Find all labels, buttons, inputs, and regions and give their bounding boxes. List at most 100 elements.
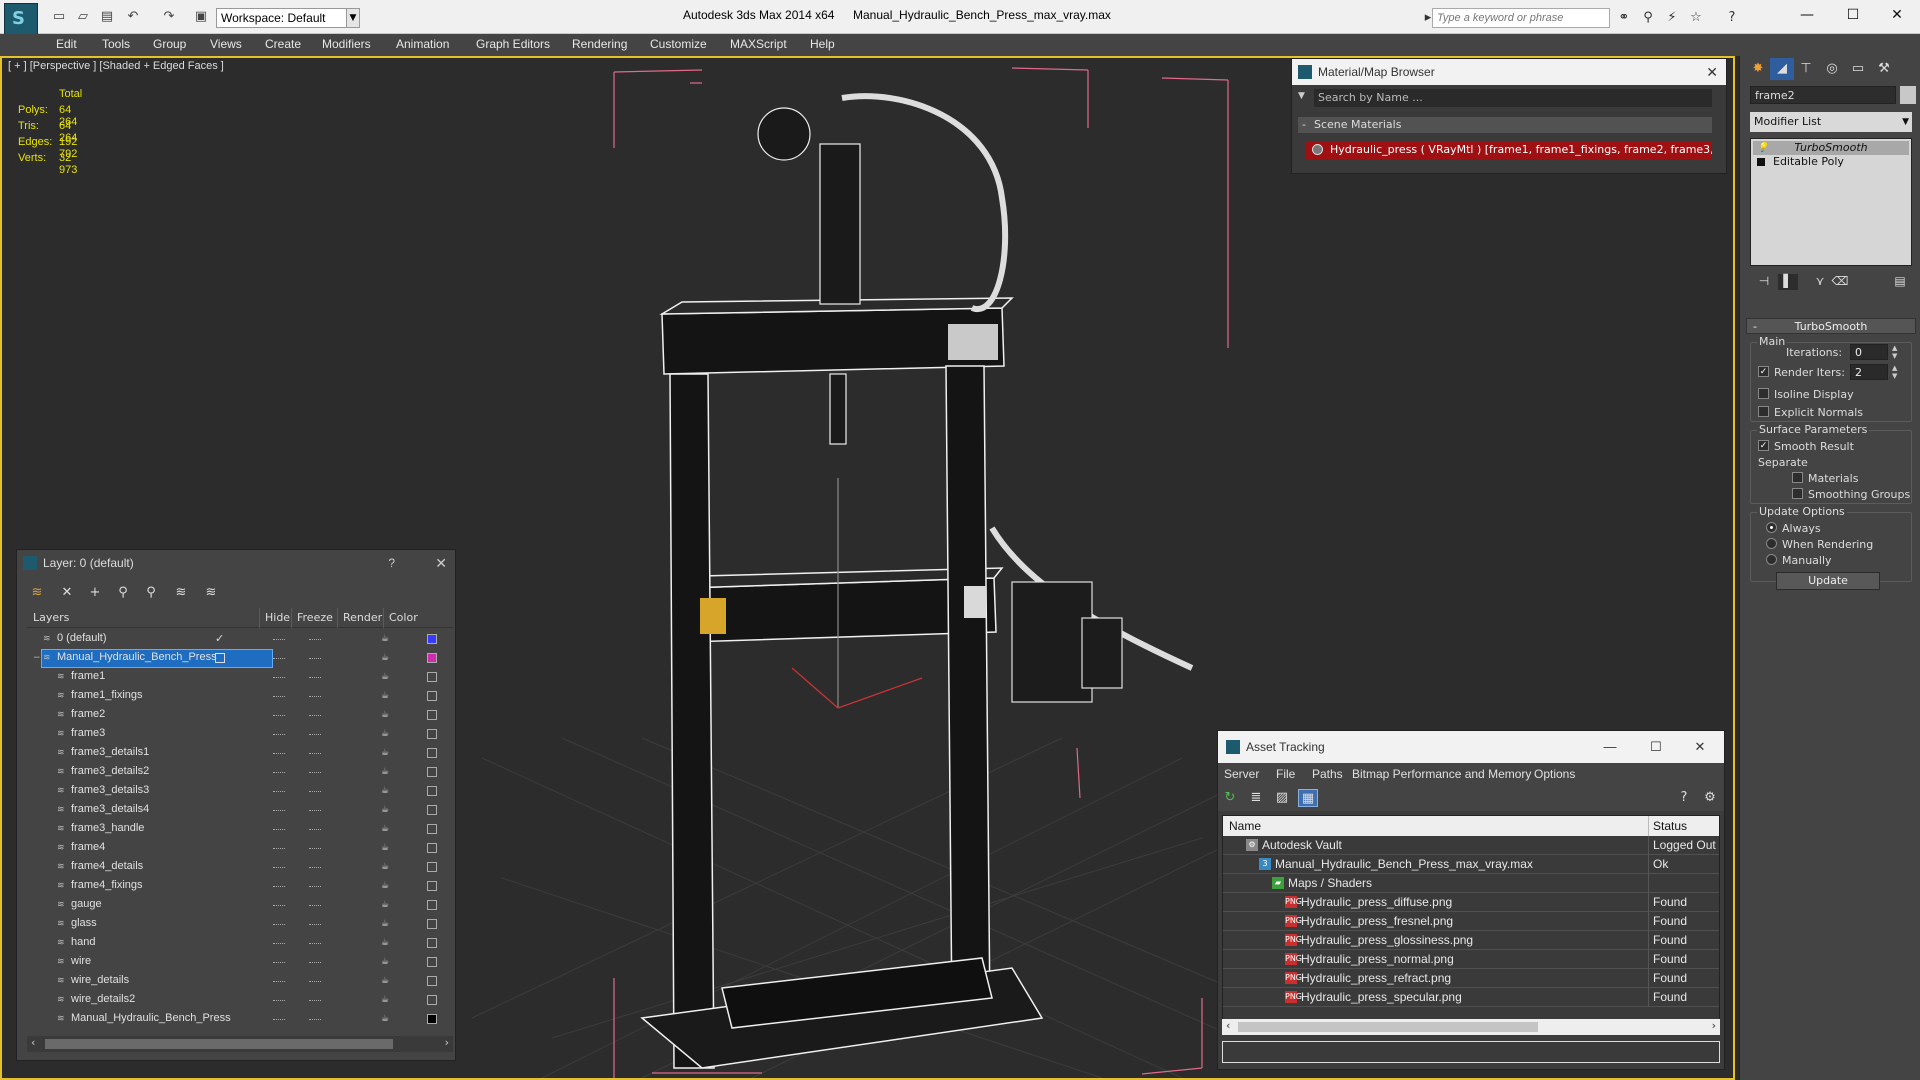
status-column-header[interactable]: Status xyxy=(1653,819,1687,833)
layer-color-swatch[interactable] xyxy=(427,767,437,777)
render-teapot-icon[interactable]: ☕ xyxy=(381,653,391,663)
asset-tracking-titlebar[interactable]: Asset Tracking — ☐ ✕ xyxy=(1218,731,1724,763)
layer-row[interactable]: ≋ frame4_fixings ☕ xyxy=(27,877,453,896)
search-input[interactable]: Type a keyword or phrase xyxy=(1432,8,1610,28)
render-teapot-icon[interactable]: ☕ xyxy=(381,805,391,815)
always-radio[interactable] xyxy=(1766,522,1777,533)
render-teapot-icon[interactable]: ☕ xyxy=(381,767,391,777)
layer-row[interactable]: ≋ hand ☕ xyxy=(27,934,453,953)
layer-name[interactable]: wire_details xyxy=(71,974,129,986)
save-icon[interactable]: ▤ xyxy=(98,8,116,26)
layer-name[interactable]: wire xyxy=(71,955,91,967)
layer-panel-titlebar[interactable]: Layer: 0 (default) ? ✕ xyxy=(17,550,455,576)
scroll-right-icon[interactable]: › xyxy=(445,1036,449,1049)
minimize-button[interactable]: — xyxy=(1588,731,1632,763)
scene-materials-section[interactable]: - Scene Materials xyxy=(1298,117,1712,133)
hide-toggle[interactable] xyxy=(273,658,285,659)
material-browser-titlebar[interactable]: Material/Map Browser ✕ xyxy=(1292,59,1726,85)
render-teapot-icon[interactable]: ☕ xyxy=(381,957,391,967)
render-column-header[interactable]: Render xyxy=(343,611,382,624)
hide-toggle[interactable] xyxy=(273,1000,285,1001)
layer-horizontal-scrollbar[interactable]: ‹ › xyxy=(27,1036,453,1052)
hide-toggle[interactable] xyxy=(273,810,285,811)
table-view-icon[interactable]: ▦ xyxy=(1298,789,1318,807)
layer-name[interactable]: frame1 xyxy=(71,670,105,682)
menu-graph-editors[interactable]: Graph Editors xyxy=(476,37,550,51)
active-layer-check-icon[interactable]: ✓ xyxy=(215,632,224,645)
color-column-header[interactable]: Color xyxy=(389,611,418,624)
layer-color-swatch[interactable] xyxy=(427,691,437,701)
hide-toggle[interactable] xyxy=(273,639,285,640)
asset-horizontal-scrollbar[interactable]: ‹ › xyxy=(1222,1019,1720,1035)
smoothing-groups-checkbox[interactable] xyxy=(1792,488,1803,499)
layer-name[interactable]: hand xyxy=(71,936,95,948)
layer-color-swatch[interactable] xyxy=(427,748,437,758)
hide-toggle[interactable] xyxy=(273,981,285,982)
freeze-toggle[interactable] xyxy=(309,791,321,792)
hide-toggle[interactable] xyxy=(273,734,285,735)
highlight-layer-icon[interactable]: ⚲ xyxy=(141,584,161,602)
freeze-toggle[interactable] xyxy=(309,677,321,678)
render-teapot-icon[interactable]: ☕ xyxy=(381,824,391,834)
remove-modifier-icon[interactable]: ⌫ xyxy=(1830,274,1850,290)
layer-name[interactable]: 0 (default) xyxy=(57,632,107,644)
layer-name[interactable]: frame1_fixings xyxy=(71,689,143,701)
layer-name[interactable]: glass xyxy=(71,917,97,929)
freeze-toggle[interactable] xyxy=(309,658,321,659)
maximize-button[interactable]: ☐ xyxy=(1830,0,1876,30)
layer-color-swatch[interactable] xyxy=(427,976,437,986)
freeze-toggle[interactable] xyxy=(309,734,321,735)
render-iters-checkbox[interactable]: ✓ xyxy=(1758,366,1769,377)
manually-radio[interactable] xyxy=(1766,554,1777,565)
show-end-result-icon[interactable]: ▌ xyxy=(1778,274,1798,290)
expand-icon[interactable] xyxy=(1757,158,1765,166)
layer-color-swatch[interactable] xyxy=(427,653,437,663)
settings-icon[interactable]: ⚙ xyxy=(1700,789,1720,807)
communication-center-icon[interactable]: ⚡ xyxy=(1662,9,1682,27)
layer-color-swatch[interactable] xyxy=(427,786,437,796)
freeze-toggle[interactable] xyxy=(309,715,321,716)
stack-item-turbosmooth[interactable]: 💡 TurboSmooth xyxy=(1753,141,1909,155)
hide-toggle[interactable] xyxy=(273,962,285,963)
render-teapot-icon[interactable]: ☕ xyxy=(381,938,391,948)
menu-animation[interactable]: Animation xyxy=(396,37,449,51)
menu-views[interactable]: Views xyxy=(210,37,242,51)
scroll-left-icon[interactable]: ‹ xyxy=(1226,1019,1230,1032)
spinner-arrows-icon[interactable]: ▲ ▼ xyxy=(1892,364,1900,380)
object-color-swatch[interactable] xyxy=(1900,86,1916,104)
hide-toggle[interactable] xyxy=(273,791,285,792)
layer-color-swatch[interactable] xyxy=(427,843,437,853)
layer-row[interactable]: ≋ frame3_details1 ☕ xyxy=(27,744,453,763)
project-folder-icon[interactable]: ▣ xyxy=(192,8,210,26)
menu-bitmap-performance[interactable]: Bitmap Performance and Memory xyxy=(1352,767,1531,781)
layer-name[interactable]: frame4 xyxy=(71,841,105,853)
isoline-display-checkbox[interactable] xyxy=(1758,388,1769,399)
asset-row[interactable]: PNG Hydraulic_press_refract.png Found xyxy=(1223,969,1719,988)
rollout-header[interactable]: - TurboSmooth xyxy=(1746,318,1916,334)
render-teapot-icon[interactable]: ☕ xyxy=(381,634,391,644)
hide-toggle[interactable] xyxy=(273,867,285,868)
add-selection-icon[interactable]: + xyxy=(85,584,105,602)
render-teapot-icon[interactable]: ☕ xyxy=(381,862,391,872)
new-file-icon[interactable]: ▭ xyxy=(50,8,68,26)
open-file-icon[interactable]: ▱ xyxy=(74,8,92,26)
render-teapot-icon[interactable]: ☕ xyxy=(381,843,391,853)
explicit-normals-checkbox[interactable] xyxy=(1758,406,1769,417)
freeze-toggle[interactable] xyxy=(309,639,321,640)
layer-color-swatch[interactable] xyxy=(427,938,437,948)
layer-color-swatch[interactable] xyxy=(427,919,437,929)
render-teapot-icon[interactable]: ☕ xyxy=(381,748,391,758)
layer-name[interactable]: gauge xyxy=(71,898,102,910)
freeze-toggle[interactable] xyxy=(309,753,321,754)
hide-toggle[interactable] xyxy=(273,753,285,754)
app-logo-button[interactable]: S xyxy=(4,3,38,37)
layer-row[interactable]: ≋ frame4_details ☕ xyxy=(27,858,453,877)
hide-toggle[interactable] xyxy=(273,829,285,830)
layer-name[interactable]: frame3_handle xyxy=(71,822,144,834)
hide-toggle[interactable] xyxy=(273,715,285,716)
display-tab-icon[interactable]: ▭ xyxy=(1846,58,1870,80)
menu-help[interactable]: Help xyxy=(810,37,835,51)
render-teapot-icon[interactable]: ☕ xyxy=(381,710,391,720)
new-layer-icon[interactable]: ≋ xyxy=(27,584,47,602)
freeze-toggle[interactable] xyxy=(309,981,321,982)
